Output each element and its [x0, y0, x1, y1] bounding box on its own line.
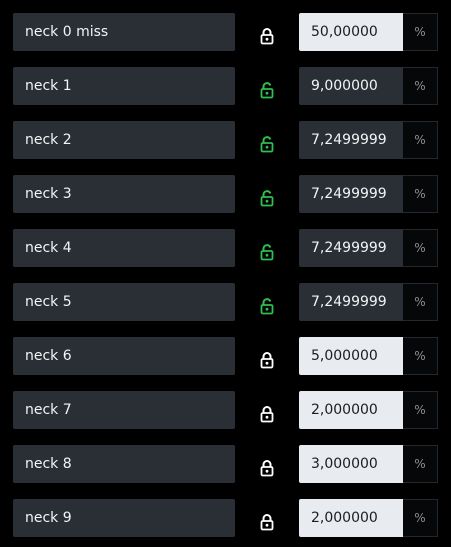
unit-label: %	[403, 499, 438, 537]
lock-open-icon[interactable]	[260, 135, 274, 153]
list-item: neck 1 9,000000 %	[0, 67, 451, 105]
row-label-field[interactable]: neck 1	[13, 67, 235, 105]
lock-open-icon[interactable]	[260, 243, 274, 261]
row-label-field[interactable]: neck 9	[13, 499, 235, 537]
lock-closed-icon[interactable]	[260, 27, 274, 45]
value-input[interactable]: 5,000000	[299, 337, 403, 375]
unit-label: %	[403, 229, 438, 267]
value-input[interactable]: 3,000000	[299, 445, 403, 483]
unit-label: %	[403, 67, 438, 105]
row-label-field[interactable]: neck 4	[13, 229, 235, 267]
list-item: neck 3 7,2499999 %	[0, 175, 451, 213]
value-input[interactable]: 50,00000	[299, 13, 403, 51]
unit-label: %	[403, 391, 438, 429]
value-input[interactable]: 7,2499999	[299, 283, 403, 321]
row-label-field[interactable]: neck 7	[13, 391, 235, 429]
unit-label: %	[403, 445, 438, 483]
row-label-field[interactable]: neck 3	[13, 175, 235, 213]
value-input[interactable]: 9,000000	[299, 67, 403, 105]
lock-open-icon[interactable]	[260, 297, 274, 315]
row-label-field[interactable]: neck 8	[13, 445, 235, 483]
value-input[interactable]: 7,2499999	[299, 229, 403, 267]
lock-closed-icon[interactable]	[260, 459, 274, 477]
list-item: neck 7 2,000000 %	[0, 391, 451, 429]
list-item: neck 4 7,2499999 %	[0, 229, 451, 267]
value-input[interactable]: 7,2499999	[299, 175, 403, 213]
row-label-field[interactable]: neck 2	[13, 121, 235, 159]
list-item: neck 6 5,000000 %	[0, 337, 451, 375]
value-input[interactable]: 2,000000	[299, 499, 403, 537]
row-label-field[interactable]: neck 0 miss	[13, 13, 235, 51]
list-item: neck 2 7,2499999 %	[0, 121, 451, 159]
row-label-field[interactable]: neck 5	[13, 283, 235, 321]
lock-closed-icon[interactable]	[260, 351, 274, 369]
list-item: neck 0 miss 50,00000 %	[0, 13, 451, 51]
value-input[interactable]: 7,2499999	[299, 121, 403, 159]
unit-label: %	[403, 13, 438, 51]
unit-label: %	[403, 283, 438, 321]
unit-label: %	[403, 337, 438, 375]
lock-closed-icon[interactable]	[260, 405, 274, 423]
list-item: neck 8 3,000000 %	[0, 445, 451, 483]
lock-open-icon[interactable]	[260, 81, 274, 99]
list-item: neck 9 2,000000 %	[0, 499, 451, 537]
list-item: neck 5 7,2499999 %	[0, 283, 451, 321]
unit-label: %	[403, 175, 438, 213]
unit-label: %	[403, 121, 438, 159]
row-label-field[interactable]: neck 6	[13, 337, 235, 375]
lock-open-icon[interactable]	[260, 189, 274, 207]
value-input[interactable]: 2,000000	[299, 391, 403, 429]
lock-closed-icon[interactable]	[260, 513, 274, 531]
